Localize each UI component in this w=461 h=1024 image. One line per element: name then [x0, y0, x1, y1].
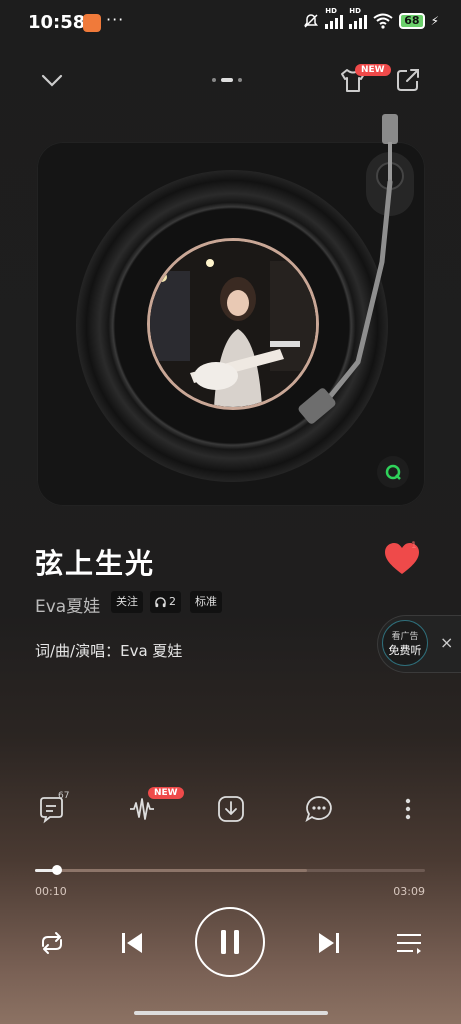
- app-notification-icon: [83, 14, 101, 32]
- signal-icon: HD: [325, 7, 344, 29]
- pause-button[interactable]: [195, 907, 265, 977]
- share-icon[interactable]: [394, 66, 422, 94]
- ad-line1: 看广告: [391, 631, 419, 642]
- qq-music-logo-icon: [377, 456, 409, 488]
- sound-effect-new-badge: NEW: [148, 787, 184, 799]
- status-more-dots: ···: [106, 10, 125, 29]
- progress-thumb[interactable]: [52, 865, 62, 875]
- page-dot-active: [221, 78, 233, 82]
- page-indicator: [212, 78, 242, 82]
- battery-indicator: 68: [399, 13, 425, 29]
- watch-ad-button[interactable]: 看广告 免费听: [382, 620, 428, 666]
- page-dot: [212, 78, 216, 82]
- headphones-icon: [155, 596, 166, 607]
- page-dot: [238, 78, 242, 82]
- like-count: 1: [411, 541, 417, 551]
- home-indicator[interactable]: [134, 1011, 328, 1015]
- song-title: 弦上生光: [35, 547, 156, 580]
- follow-button[interactable]: 关注: [111, 591, 143, 613]
- pause-icon: [221, 930, 239, 954]
- more-options-icon[interactable]: [393, 794, 423, 824]
- signal-icon-2: HD: [349, 7, 368, 29]
- listen-together-button[interactable]: 2: [150, 591, 181, 613]
- charging-icon: ⚡: [430, 14, 439, 28]
- message-bubble-icon[interactable]: [304, 794, 334, 824]
- hd-label: HD: [325, 7, 337, 15]
- wifi-icon: [373, 13, 393, 29]
- hd-label-2: HD: [349, 7, 361, 15]
- song-credits: 词/曲/演唱：Eva 夏娃: [35, 642, 183, 660]
- current-time: 00:10: [35, 885, 67, 898]
- progress-buffered: [35, 869, 307, 872]
- playlist-icon[interactable]: [394, 928, 424, 958]
- listen-count: 2: [169, 595, 176, 608]
- repeat-mode-icon[interactable]: [37, 928, 67, 958]
- ad-close-button[interactable]: ×: [440, 633, 453, 652]
- download-icon[interactable]: [216, 794, 246, 824]
- collapse-chevron-icon[interactable]: [38, 66, 66, 94]
- status-time: 10:58: [28, 12, 86, 33]
- ad-line2: 免费听: [388, 643, 422, 657]
- comment-count: 67: [58, 791, 70, 801]
- total-duration: 03:09: [393, 885, 425, 898]
- tonearm: [298, 114, 398, 424]
- artist-name[interactable]: Eva夏娃: [35, 592, 100, 617]
- new-badge: NEW: [355, 64, 391, 76]
- status-icons: HD HD 68 ⚡: [303, 7, 439, 29]
- previous-track-icon[interactable]: [117, 928, 147, 958]
- quality-button[interactable]: 标准: [190, 591, 222, 613]
- next-track-icon[interactable]: [314, 928, 344, 958]
- mute-bell-icon: [304, 14, 319, 28]
